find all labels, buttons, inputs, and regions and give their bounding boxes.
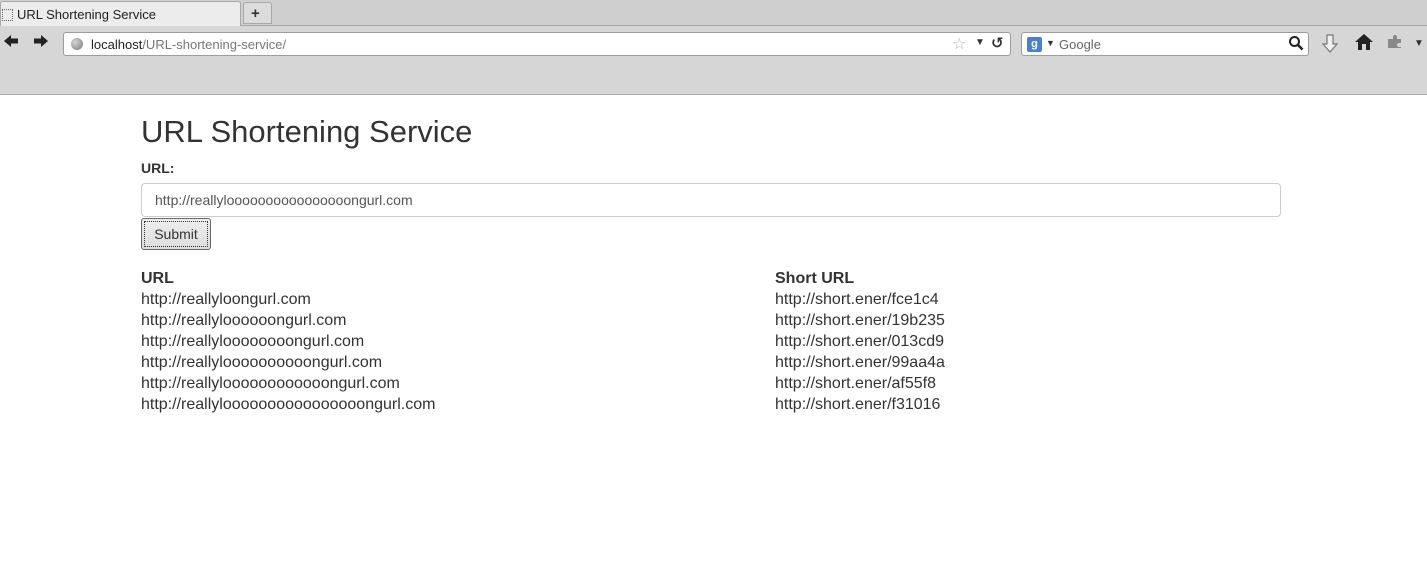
- url-item: http://reallyloooooongurl.com: [141, 312, 347, 329]
- search-bar[interactable]: g ▼: [1021, 32, 1309, 56]
- home-icon: [1355, 34, 1373, 50]
- forward-arrow-icon: [34, 35, 48, 47]
- url-input[interactable]: [141, 183, 1281, 217]
- address-bar[interactable]: localhost/URL-shortening-service/ ☆ ▼ ↺: [63, 32, 1011, 56]
- home-button[interactable]: [1353, 33, 1375, 55]
- tab-title: URL Shortening Service: [17, 7, 156, 22]
- url-item: http://reallyloooooooongurl.com: [141, 333, 365, 350]
- chevron-down-icon[interactable]: ▼: [975, 37, 985, 48]
- search-engine-icon[interactable]: g: [1027, 37, 1042, 52]
- download-arrow-icon: [1321, 34, 1339, 53]
- url-field-label: URL:: [141, 160, 175, 176]
- back-arrow-icon: [4, 35, 18, 47]
- submit-button[interactable]: Submit: [141, 218, 211, 250]
- url-item: http://reallyloongurl.com: [141, 291, 311, 308]
- search-icon[interactable]: [1288, 35, 1304, 55]
- reload-icon[interactable]: ↺: [991, 34, 1004, 52]
- address-text: localhost/URL-shortening-service/: [91, 37, 286, 52]
- globe-icon: [71, 38, 83, 50]
- short-url-item: http://short.ener/19b235: [775, 312, 945, 329]
- page-title: URL Shortening Service: [141, 114, 473, 149]
- short-url-item: http://short.ener/af55f8: [775, 375, 936, 392]
- url-host: localhost: [91, 37, 143, 52]
- short-url-item: http://short.ener/fce1c4: [775, 291, 939, 308]
- short-url-item: http://short.ener/013cd9: [775, 333, 944, 350]
- tab-strip: URL Shortening Service +: [0, 0, 1427, 26]
- browser-chrome: URL Shortening Service + localhost/URL-s…: [0, 0, 1427, 95]
- short-url-item: http://short.ener/99aa4a: [775, 354, 945, 371]
- browser-tab[interactable]: URL Shortening Service: [0, 1, 241, 26]
- addon-button[interactable]: [1384, 33, 1406, 55]
- short-url-item: http://short.ener/f31016: [775, 396, 941, 413]
- star-icon[interactable]: ☆: [952, 34, 966, 54]
- url-column-header: URL: [141, 270, 174, 287]
- url-item: http://reallyloooooooooooooooongurl.com: [141, 396, 436, 413]
- search-input[interactable]: [1059, 35, 1284, 53]
- chevron-down-icon[interactable]: ▼: [1408, 33, 1427, 55]
- url-path: /URL-shortening-service/: [142, 37, 287, 52]
- back-button[interactable]: [0, 33, 22, 53]
- chevron-down-icon[interactable]: ▼: [1046, 38, 1055, 48]
- plus-icon: +: [251, 5, 260, 22]
- new-tab-button[interactable]: +: [243, 2, 272, 24]
- forward-button[interactable]: [30, 33, 52, 53]
- url-item: http://reallyloooooooooongurl.com: [141, 354, 383, 371]
- url-item: http://reallyloooooooooooongurl.com: [141, 375, 400, 392]
- puzzle-icon: [1388, 35, 1401, 48]
- short-url-column: Short URL http://short.ener/fce1c4 http:…: [775, 268, 1335, 415]
- short-url-column-header: Short URL: [775, 270, 855, 287]
- url-column: URL http://reallyloongurl.com http://rea…: [141, 268, 701, 415]
- download-button[interactable]: [1319, 33, 1341, 55]
- page-favicon-icon: [2, 9, 13, 21]
